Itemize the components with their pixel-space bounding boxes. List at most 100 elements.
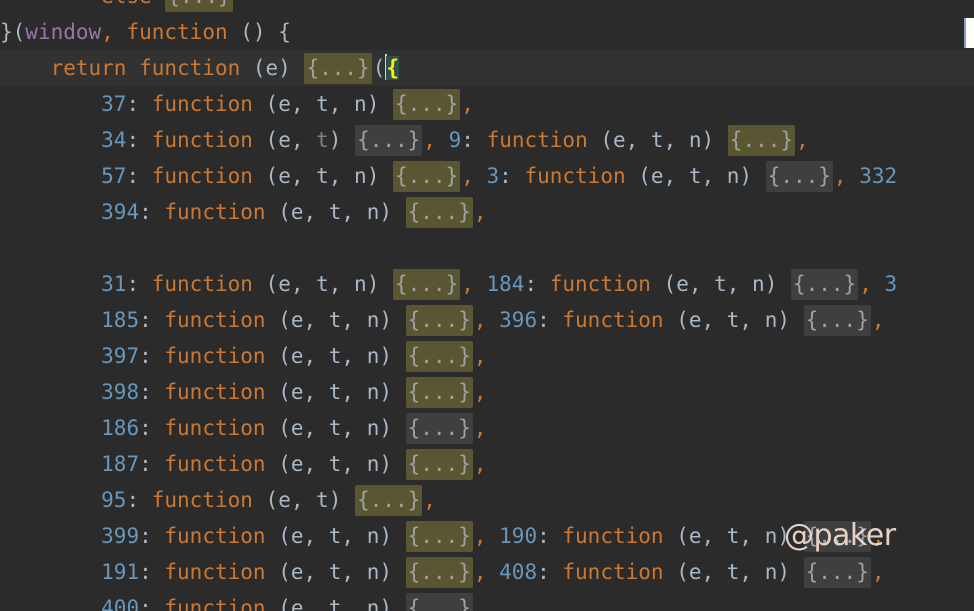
code-line[interactable]: 397: function (e, t, n) {...}, — [0, 338, 974, 374]
code-comma: , — [423, 488, 436, 512]
code-line[interactable]: 394: function (e, t, n) {...}, — [0, 194, 974, 230]
code-line[interactable]: 37: function (e, t, n) {...}, — [0, 86, 974, 122]
code-text: : — [126, 272, 152, 296]
code-module-id: 332 — [859, 164, 898, 188]
code-line[interactable]: 186: function (e, t, n) {...}, — [0, 410, 974, 446]
code-keyword: function — [164, 344, 266, 368]
code-keyword: function — [164, 524, 266, 548]
folded-code-placeholder[interactable]: {...} — [790, 269, 859, 300]
folded-code-placeholder[interactable]: {...} — [355, 125, 423, 156]
code-text: (e, t, n) — [265, 380, 405, 404]
code-text: : — [499, 164, 525, 188]
code-keyword: function — [126, 20, 228, 44]
folded-code-placeholder[interactable]: {...} — [405, 377, 473, 408]
code-line[interactable]: 187: function (e, t, n) {...}, — [0, 446, 974, 482]
code-line[interactable]: 31: function (e, t, n) {...}, 184: funct… — [0, 266, 974, 302]
code-line[interactable] — [0, 230, 974, 266]
folded-code-placeholder[interactable]: {...} — [405, 449, 473, 480]
folded-code-placeholder[interactable]: {...} — [405, 557, 473, 588]
code-keyword: function — [562, 308, 664, 332]
folded-code-placeholder[interactable]: {...} — [165, 0, 233, 12]
folded-code-placeholder[interactable]: {...} — [405, 305, 473, 336]
code-text: : — [139, 308, 165, 332]
code-punctuation: }( — [0, 20, 26, 44]
code-module-id: 187 — [101, 452, 140, 476]
code-line[interactable]: 95: function (e, t) {...}, — [0, 482, 974, 518]
code-line[interactable]: 34: function (e, t) {...}, 9: function (… — [0, 122, 974, 158]
code-line[interactable]: 191: function (e, t, n) {...}, 408: func… — [0, 554, 974, 590]
code-keyword: function — [486, 128, 588, 152]
code-text: (e, t, n) — [663, 524, 803, 548]
code-module-id: 394 — [101, 200, 140, 224]
code-comma: , — [859, 272, 872, 296]
folded-code-placeholder[interactable]: {...} — [355, 485, 423, 516]
code-text: (e, t, n) — [265, 344, 405, 368]
code-comma: , — [871, 560, 885, 584]
code-line[interactable]: 57: function (e, t, n) {...}, 3: functio… — [0, 158, 974, 194]
code-text: (e, t, n) — [265, 524, 405, 548]
code-text: : — [537, 560, 563, 584]
folded-code-placeholder[interactable]: {...} — [803, 305, 871, 336]
code-module-id: 3 — [486, 164, 500, 188]
code-text: (e, t, n) — [252, 164, 392, 188]
folded-code-placeholder[interactable]: {...} — [405, 521, 473, 552]
folded-code-placeholder[interactable]: {...} — [304, 53, 372, 84]
folded-code-placeholder[interactable]: {...} — [405, 341, 473, 372]
code-module-id: 31 — [101, 272, 127, 296]
code-line[interactable]: }(window, function () { — [0, 14, 974, 50]
code-keyword: function — [164, 380, 266, 404]
code-module-id: 408 — [499, 560, 538, 584]
code-line[interactable]: 185: function (e, t, n) {...}, 396: func… — [0, 302, 974, 338]
code-keyword: function — [151, 164, 253, 188]
code-module-id: 397 — [101, 344, 140, 368]
code-keyword: function — [524, 164, 626, 188]
code-text: (e, — [252, 128, 317, 152]
code-module-id: 34 — [101, 128, 127, 152]
folded-code-placeholder[interactable]: {...} — [392, 161, 461, 192]
code-keyword: function — [151, 272, 253, 296]
folded-code-placeholder[interactable]: {...} — [803, 557, 871, 588]
folded-code-placeholder[interactable]: {...} — [405, 197, 473, 228]
code-comma: , — [871, 524, 885, 548]
folded-code-placeholder[interactable]: {...} — [405, 413, 473, 444]
code-keyword: function — [164, 416, 266, 440]
code-module-id: 37 — [101, 92, 127, 116]
folded-code-placeholder[interactable]: {...} — [392, 89, 461, 120]
code-text: : — [126, 128, 152, 152]
code-comma: , — [871, 308, 885, 332]
code-line[interactable]: 399: function (e, t, n) {...}, 190: func… — [0, 518, 974, 554]
folded-code-placeholder[interactable]: {...} — [405, 593, 473, 611]
folded-code-placeholder[interactable]: {...} — [765, 161, 833, 192]
code-module-id: 399 — [101, 524, 140, 548]
code-line[interactable]: 400: function (e, t, n) {...} — [0, 590, 974, 611]
code-text: : — [126, 488, 152, 512]
code-editor[interactable]: else {...}}(window, function () { return… — [0, 0, 974, 611]
code-line[interactable]: else {...} — [0, 0, 974, 14]
code-keyword: function — [164, 308, 266, 332]
code-comma: , — [423, 128, 436, 152]
code-line[interactable]: return function (e) {...}({ — [0, 50, 974, 86]
code-module-id: 9 — [448, 128, 462, 152]
code-text: (e, t, n) — [265, 452, 405, 476]
code-module-id: 185 — [101, 308, 140, 332]
code-lines-container[interactable]: else {...}}(window, function () { return… — [0, 0, 974, 611]
popup-fragment[interactable] — [964, 18, 974, 48]
code-comma: , — [796, 128, 809, 152]
folded-code-placeholder[interactable]: {...} — [392, 269, 461, 300]
folded-code-placeholder[interactable]: {...} — [803, 521, 871, 552]
folded-code-placeholder[interactable]: {...} — [727, 125, 796, 156]
code-line[interactable]: 398: function (e, t, n) {...}, — [0, 374, 974, 410]
